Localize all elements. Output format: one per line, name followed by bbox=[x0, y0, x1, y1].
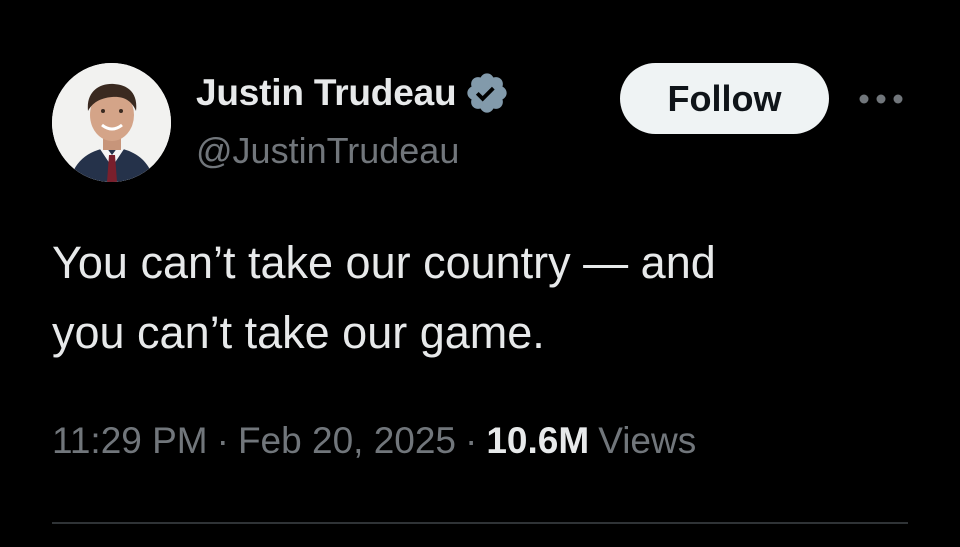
tweet-text-line: you can’t take our game. bbox=[52, 307, 545, 358]
author-handle[interactable]: @JustinTrudeau bbox=[196, 130, 459, 172]
meta-separator: · bbox=[216, 420, 229, 461]
author-name-row: Justin Trudeau bbox=[196, 70, 510, 116]
views-count[interactable]: 10.6M bbox=[486, 420, 589, 462]
tweet-date[interactable]: Feb 20, 2025 bbox=[238, 420, 456, 462]
profile-photo bbox=[52, 63, 171, 182]
tweet-text-line: You can’t take our country — and bbox=[52, 237, 716, 288]
tweet-meta: 11:29 PM · Feb 20, 2025 · 10.6M Views bbox=[52, 420, 696, 462]
views-label[interactable]: Views bbox=[598, 420, 696, 462]
more-options-button[interactable] bbox=[855, 85, 907, 113]
tweet-card: Justin Trudeau @JustinTrudeau Follow You… bbox=[0, 0, 960, 547]
author-display-name[interactable]: Justin Trudeau bbox=[196, 72, 457, 114]
tweet-time[interactable]: 11:29 PM bbox=[52, 420, 208, 462]
avatar[interactable] bbox=[52, 63, 171, 182]
tweet-text: You can’t take our country — and you can… bbox=[52, 228, 912, 368]
meta-separator: · bbox=[465, 420, 478, 461]
more-dots-icon bbox=[859, 94, 903, 104]
follow-button[interactable]: Follow bbox=[620, 63, 829, 134]
verified-badge-icon[interactable] bbox=[464, 70, 510, 116]
divider bbox=[52, 522, 908, 524]
